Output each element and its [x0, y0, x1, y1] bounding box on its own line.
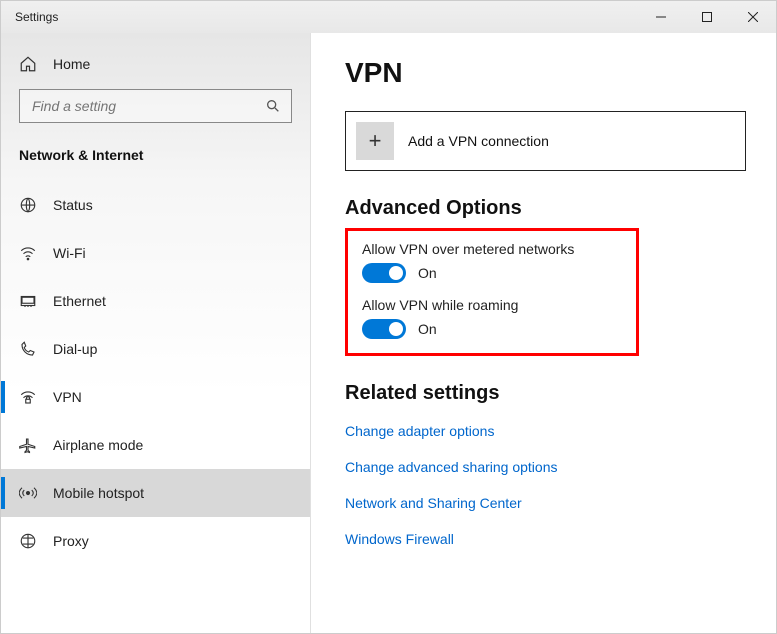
nav-label: VPN: [53, 389, 82, 405]
link-sharing-options[interactable]: Change advanced sharing options: [345, 459, 746, 475]
roaming-label: Allow VPN while roaming: [362, 297, 622, 313]
roaming-toggle[interactable]: [362, 319, 406, 339]
search-box[interactable]: [19, 89, 292, 123]
metered-toggle[interactable]: [362, 263, 406, 283]
nav-label: Proxy: [53, 533, 89, 549]
related-heading: Related settings: [345, 382, 746, 405]
ethernet-icon: [19, 292, 37, 310]
home-label: Home: [53, 56, 90, 72]
home-nav[interactable]: Home: [1, 45, 310, 83]
sidebar-item-dialup[interactable]: Dial-up: [1, 325, 310, 373]
category-header: Network & Internet: [1, 141, 310, 181]
nav-label: Dial-up: [53, 341, 97, 357]
window-title: Settings: [1, 10, 58, 24]
search-icon: [265, 98, 281, 114]
nav-label: Wi-Fi: [53, 245, 86, 261]
vpn-icon: [19, 388, 37, 406]
nav-label: Status: [53, 197, 93, 213]
minimize-icon: [656, 12, 666, 22]
highlighted-options: Allow VPN over metered networks On Allow…: [345, 228, 639, 356]
maximize-button[interactable]: [684, 1, 730, 33]
link-network-center[interactable]: Network and Sharing Center: [345, 495, 746, 511]
hotspot-icon: [19, 484, 37, 502]
related-links: Change adapter options Change advanced s…: [345, 423, 746, 547]
sidebar-item-airplane[interactable]: Airplane mode: [1, 421, 310, 469]
sidebar-item-hotspot[interactable]: Mobile hotspot: [1, 469, 310, 517]
add-vpn-button[interactable]: + Add a VPN connection: [345, 111, 746, 171]
page-title: VPN: [345, 57, 746, 89]
advanced-heading: Advanced Options: [345, 197, 746, 220]
main-content: VPN + Add a VPN connection Advanced Opti…: [311, 33, 776, 633]
metered-state: On: [418, 265, 437, 281]
roaming-state: On: [418, 321, 437, 337]
nav-label: Mobile hotspot: [53, 485, 144, 501]
home-icon: [19, 55, 37, 73]
close-button[interactable]: [730, 1, 776, 33]
titlebar: Settings: [1, 1, 776, 33]
dialup-icon: [19, 340, 37, 358]
window-controls: [638, 1, 776, 33]
nav-label: Ethernet: [53, 293, 106, 309]
airplane-icon: [19, 436, 37, 454]
sidebar-item-vpn[interactable]: VPN: [1, 373, 310, 421]
close-icon: [748, 12, 758, 22]
add-vpn-label: Add a VPN connection: [408, 133, 549, 149]
proxy-icon: [19, 532, 37, 550]
metered-label: Allow VPN over metered networks: [362, 241, 622, 257]
minimize-button[interactable]: [638, 1, 684, 33]
status-icon: [19, 196, 37, 214]
plus-icon: +: [356, 122, 394, 160]
search-input[interactable]: [30, 97, 265, 115]
sidebar-item-status[interactable]: Status: [1, 181, 310, 229]
wifi-icon: [19, 244, 37, 262]
sidebar-item-wifi[interactable]: Wi-Fi: [1, 229, 310, 277]
sidebar: Home Network & Internet Status Wi-Fi Eth…: [1, 33, 311, 633]
sidebar-item-ethernet[interactable]: Ethernet: [1, 277, 310, 325]
link-adapter-options[interactable]: Change adapter options: [345, 423, 746, 439]
sidebar-item-proxy[interactable]: Proxy: [1, 517, 310, 565]
nav-label: Airplane mode: [53, 437, 143, 453]
maximize-icon: [702, 12, 712, 22]
link-firewall[interactable]: Windows Firewall: [345, 531, 746, 547]
